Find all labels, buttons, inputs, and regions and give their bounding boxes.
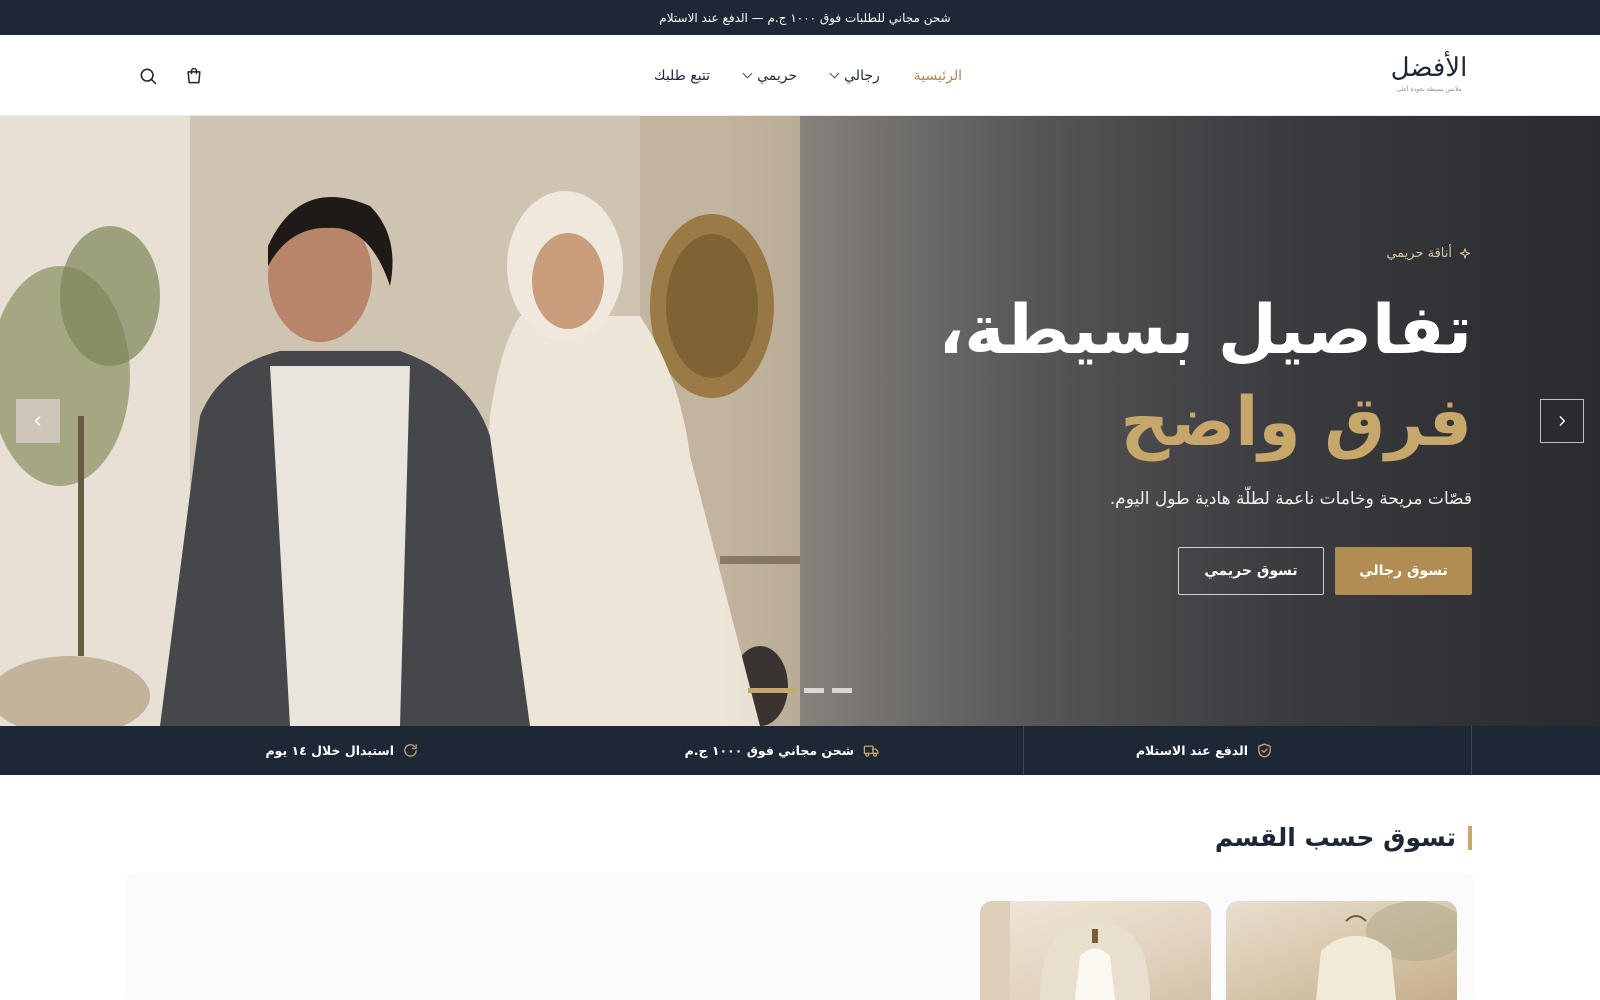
chevron-left-icon bbox=[34, 416, 41, 426]
chevron-down-icon bbox=[742, 68, 753, 79]
nav-item-label: الرئيسية bbox=[913, 67, 962, 84]
nav-item-track-order[interactable]: تتبع طلبك bbox=[654, 68, 710, 84]
carousel-dot[interactable] bbox=[832, 688, 852, 693]
truck-icon bbox=[863, 745, 879, 757]
hero-banner: أناقة حريمي تفاصيل بسيطة، فرق واضح قصّات… bbox=[0, 116, 1600, 726]
logo-tagline: ملابس بسيطة بجودة أعلى bbox=[1396, 86, 1462, 93]
shop-women-button[interactable]: تسوق حريمي bbox=[1178, 547, 1324, 595]
carousel-prev-button[interactable] bbox=[16, 399, 60, 443]
carousel-next-button[interactable] bbox=[1540, 399, 1584, 443]
category-card-women[interactable] bbox=[980, 901, 1211, 1000]
logo[interactable]: الأفضل ملابس بسيطة بجودة أعلى bbox=[1386, 52, 1472, 100]
shop-men-button[interactable]: تسوق رجالي bbox=[1335, 547, 1472, 595]
nav-item-label: رجالي bbox=[844, 67, 880, 84]
main-nav: الرئيسية رجالي حريمي تتبع طلبك bbox=[654, 35, 962, 116]
feature-label: شحن مجاني فوق ١٠٠٠ ج.م bbox=[684, 743, 854, 758]
nav-item-home[interactable]: الرئيسية bbox=[914, 68, 962, 84]
features-bar: الدفع عند الاستلام شحن مجاني فوق ١٠٠٠ ج.… bbox=[0, 726, 1600, 775]
carousel-dots bbox=[748, 688, 852, 693]
announcement-text: شحن مجاني للطلبات فوق ١٠٠٠ ج.م — الدفع ع… bbox=[659, 10, 951, 25]
title-accent-bar bbox=[1468, 825, 1472, 850]
feature-cod: الدفع عند الاستلام bbox=[1136, 726, 1273, 775]
header-actions bbox=[137, 35, 205, 116]
nav-item-men[interactable]: رجالي bbox=[829, 67, 880, 84]
feature-label: الدفع عند الاستلام bbox=[1135, 743, 1248, 758]
nav-item-women[interactable]: حريمي bbox=[742, 67, 798, 84]
chevron-right-icon bbox=[1559, 416, 1566, 426]
hero-subtext: قصّات مريحة وخامات ناعمة لطلّة هادية طول… bbox=[1109, 489, 1472, 509]
cart-icon bbox=[187, 67, 201, 83]
hero-eyebrow: أناقة حريمي bbox=[1386, 246, 1472, 261]
sparkle-icon bbox=[1459, 247, 1471, 259]
announcement-bar: شحن مجاني للطلبات فوق ١٠٠٠ ج.م — الدفع ع… bbox=[0, 0, 1600, 35]
hero-headline-accent: فرق واضح bbox=[1120, 383, 1472, 462]
search-icon bbox=[140, 68, 157, 84]
carousel-dot[interactable] bbox=[748, 688, 796, 693]
category-card-men[interactable] bbox=[1226, 901, 1457, 1000]
search-button[interactable] bbox=[137, 65, 159, 87]
feature-free-shipping: شحن مجاني فوق ١٠٠٠ ج.م bbox=[685, 726, 881, 775]
nav-item-label: تتبع طلبك bbox=[654, 67, 711, 84]
feature-label: استبدال خلال ١٤ يوم bbox=[265, 743, 395, 758]
divider bbox=[1023, 726, 1024, 775]
site-header: الأفضل ملابس بسيطة بجودة أعلى الرئيسية ر… bbox=[0, 35, 1600, 116]
hero-eyebrow-text: أناقة حريمي bbox=[1386, 246, 1452, 261]
shield-check-icon bbox=[1258, 743, 1271, 758]
category-image bbox=[1316, 901, 1457, 1000]
carousel-dot[interactable] bbox=[804, 688, 824, 693]
divider bbox=[1471, 726, 1472, 775]
feature-exchange: استبدال خلال ١٤ يوم bbox=[266, 726, 420, 775]
section-title: تسوق حسب القسم bbox=[1215, 823, 1472, 852]
refresh-icon bbox=[404, 744, 417, 757]
section-title-text: تسوق حسب القسم bbox=[1214, 823, 1456, 852]
category-image bbox=[980, 901, 1150, 1000]
cart-button[interactable] bbox=[183, 65, 205, 87]
nav-item-label: حريمي bbox=[757, 67, 798, 84]
hero-headline: تفاصيل بسيطة، bbox=[938, 291, 1472, 370]
chevron-down-icon bbox=[829, 68, 840, 79]
logo-text: الأفضل bbox=[1390, 53, 1468, 83]
